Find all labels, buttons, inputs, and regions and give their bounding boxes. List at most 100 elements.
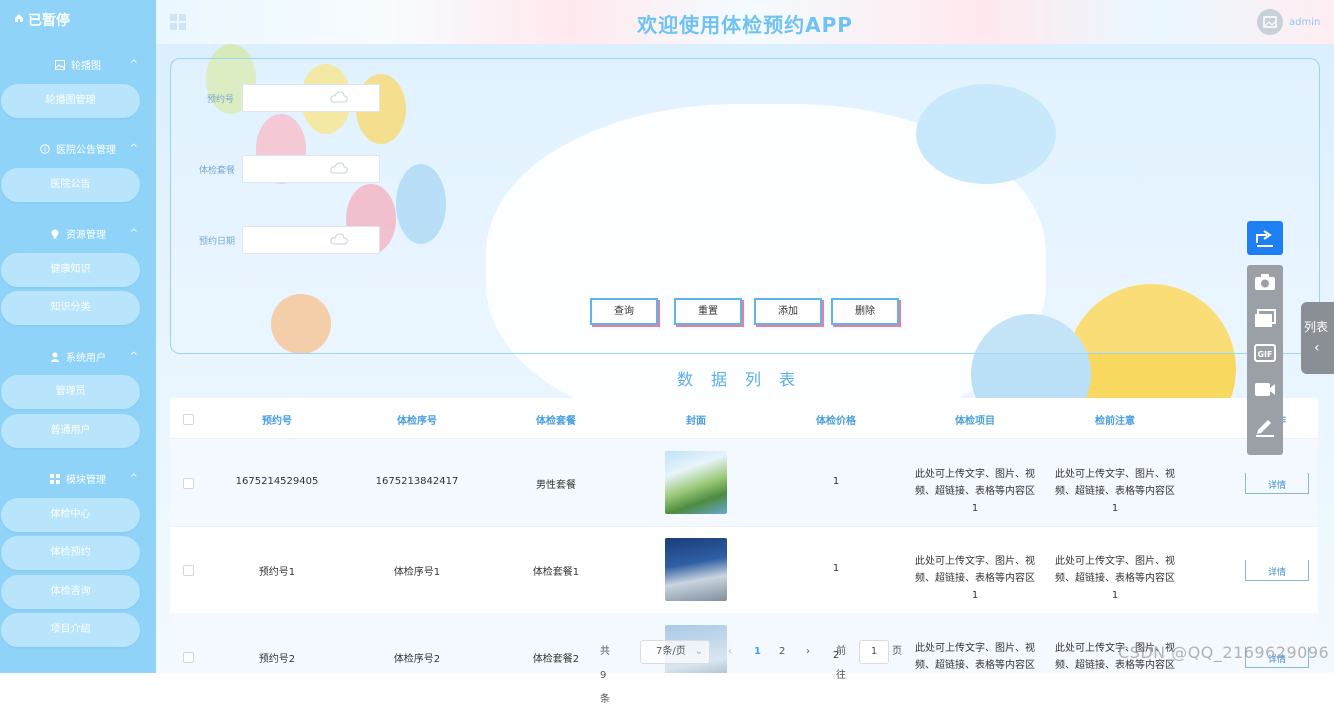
cell-items: 此处可上传文字、图片、视频、超链接、表格等内容区1 (915, 469, 1035, 514)
bulb-icon (51, 229, 59, 239)
prev-page-icon[interactable]: ‹ (728, 640, 732, 664)
image-icon (55, 60, 65, 70)
chevron-up-icon: ^ (129, 143, 138, 154)
sidebar-item-exam-center[interactable]: 体检中心 (1, 498, 140, 532)
column-header: 体检序号 (397, 416, 437, 427)
brand: 已暂停 (0, 0, 156, 40)
cloud-icon (330, 91, 348, 103)
cloud-icon (330, 233, 348, 245)
cover-image[interactable] (665, 451, 727, 514)
chevron-left-icon: ‹ (1314, 340, 1320, 356)
column-header: 体检套餐 (536, 416, 576, 427)
menu-group-users[interactable]: 系统用户 ^ (0, 349, 156, 371)
column-header: 预约号 (262, 416, 292, 427)
sidebar-item-admin[interactable]: 管理员 (1, 375, 140, 409)
page-size-select[interactable]: 7条/页 ⌄ (640, 640, 710, 664)
cover-image[interactable] (665, 538, 727, 601)
chevron-up-icon: ^ (129, 473, 138, 484)
side-tab-label: 列表 (1304, 320, 1329, 334)
share-icon (1256, 230, 1273, 247)
list-side-tab[interactable]: 列表 ‹ (1301, 302, 1334, 374)
cell-items: 此处可上传文字、图片、视频、超链接、表格等内容区2 (915, 643, 1035, 671)
menu-group-label: 资源管理 (66, 230, 106, 241)
data-table: 预约号 体检序号 体检套餐 封面 体检价格 体检项目 检前注意 操作 16752… (170, 398, 1318, 673)
sidebar-item-notice[interactable]: 医院公告 (1, 168, 140, 202)
detail-button[interactable]: 详情 (1245, 473, 1309, 494)
column-header: 封面 (686, 416, 706, 427)
goto-page-input[interactable]: 1 (859, 640, 889, 664)
row-checkbox[interactable] (183, 565, 194, 576)
package-input[interactable] (242, 155, 380, 183)
menu-group-label: 医院公告管理 (56, 145, 116, 156)
table-row: 1675214529405 1675213842417 男性套餐 1 此处可上传… (170, 439, 1318, 527)
svg-text:GIF: GIF (1257, 350, 1272, 359)
page-title: 欢迎使用体检预约APP (637, 13, 853, 37)
add-button[interactable]: 添加 (754, 298, 822, 325)
menu-group-carousel[interactable]: 轮播图 ^ (0, 57, 156, 79)
cell-booking-no: 预约号2 (258, 654, 296, 665)
row-checkbox[interactable] (183, 652, 194, 663)
sidebar-item-exam-consult[interactable]: 体检咨询 (1, 575, 140, 609)
sidebar-item-normal-user[interactable]: 普通用户 (1, 414, 140, 448)
chevron-up-icon: ^ (129, 351, 138, 362)
booking-date-input[interactable] (242, 226, 380, 254)
goto-label: 前往 (836, 646, 846, 681)
total-count: 共 9 条 (600, 646, 610, 705)
gallery-icon[interactable] (1254, 309, 1276, 329)
cell-booking-no: 预约号1 (258, 567, 296, 578)
video-icon[interactable] (1254, 380, 1276, 398)
chevron-up-icon: ^ (129, 228, 138, 239)
booking-no-input[interactable] (242, 84, 380, 112)
menu-group-resource[interactable]: 资源管理 ^ (0, 226, 156, 248)
cell-seq: 1675213842417 (375, 476, 459, 487)
capture-toolbar: GIF (1247, 265, 1283, 455)
sidebar-item-knowledge-category[interactable]: 知识分类 (1, 291, 140, 325)
cell-booking-no: 1675214529405 (235, 476, 319, 487)
header: 欢迎使用体检预约APP admin (156, 0, 1334, 44)
brand-text: 已暂停 (28, 13, 70, 29)
column-header: 体检项目 (955, 416, 995, 427)
cell-notes: 此处可上传文字、图片、视频、超链接、表格等内容区1 (1055, 556, 1175, 601)
select-all-checkbox[interactable] (183, 414, 194, 425)
chevron-down-icon: ⌄ (694, 646, 703, 657)
grid-icon (50, 474, 60, 484)
user-icon (50, 352, 60, 362)
avatar[interactable] (1257, 9, 1283, 35)
cell-package: 男性套餐 (536, 480, 576, 491)
menu-group-notice[interactable]: 医院公告管理 ^ (0, 141, 156, 163)
gif-icon[interactable]: GIF (1254, 344, 1276, 362)
detail-button[interactable]: 详情 (1245, 560, 1309, 581)
watermark: CSDN @QQ_2169629096 (1118, 643, 1330, 662)
share-tool-button[interactable] (1247, 221, 1283, 255)
cell-seq: 体检序号2 (393, 654, 441, 665)
page-number-active[interactable]: 1 (754, 640, 761, 664)
page-number[interactable]: 2 (779, 640, 785, 664)
row-checkbox[interactable] (183, 478, 194, 489)
image-icon (1263, 16, 1277, 28)
cell-price: 1 (832, 563, 840, 574)
sidebar-item-project-intro[interactable]: 项目介绍 (1, 613, 140, 647)
sidebar-item-exam-booking[interactable]: 体检预约 (1, 536, 140, 570)
delete-button[interactable]: 删除 (831, 298, 899, 325)
query-button[interactable]: 查询 (590, 298, 658, 325)
sidebar-item-carousel-mgmt[interactable]: 轮播图管理 (1, 84, 140, 118)
next-page-icon[interactable]: › (806, 640, 810, 664)
menu-group-label: 模块管理 (66, 475, 106, 486)
field-label-booking-date: 预约日期 (199, 237, 236, 247)
sidebar: 已暂停 轮播图 ^ 轮播图管理 医院公告管理 ^ 医院公告 资源管理 ^ 健康知… (0, 0, 156, 673)
sidebar-item-health-knowledge[interactable]: 健康知识 (1, 253, 140, 287)
reset-button[interactable]: 重置 (674, 298, 742, 325)
field-label-package: 体检套餐 (199, 166, 236, 176)
menu-group-label: 系统用户 (66, 353, 106, 364)
pen-icon[interactable] (1254, 417, 1276, 437)
column-header: 体检价格 (816, 416, 856, 427)
column-header: 检前注意 (1095, 416, 1135, 427)
page-size-value: 7条/页 (656, 646, 686, 657)
page-suffix: 页 (892, 646, 902, 657)
cell-seq: 体检序号1 (393, 567, 441, 578)
username[interactable]: admin (1289, 17, 1320, 28)
chevron-up-icon: ^ (129, 59, 138, 70)
menu-group-modules[interactable]: 模块管理 ^ (0, 471, 156, 493)
camera-icon[interactable] (1254, 273, 1276, 291)
field-label-booking-no: 预约号 (207, 95, 235, 105)
